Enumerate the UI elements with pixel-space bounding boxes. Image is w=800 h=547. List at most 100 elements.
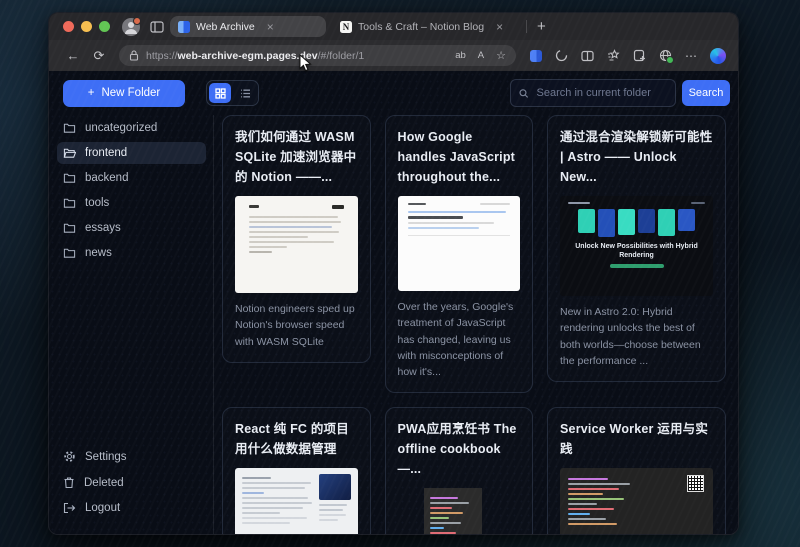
tab-title: Tools & Craft – Notion Blog	[358, 21, 484, 33]
extension-status-dot	[666, 56, 674, 64]
split-screen-icon[interactable]	[581, 50, 594, 62]
web-archive-favicon	[178, 21, 190, 33]
address-bar[interactable]: https://web-archive-egm.pages.dev/#/fold…	[119, 45, 516, 66]
article-card-service-worker[interactable]: Service Worker 运用与实践	[547, 407, 726, 535]
card-title: React 纯 FC 的项目用什么做数据管理	[235, 419, 358, 459]
copilot-icon[interactable]	[710, 48, 726, 64]
sidebar-item-essays[interactable]: essays	[57, 217, 206, 239]
profile-avatar[interactable]	[122, 18, 140, 36]
new-folder-button[interactable]: + New Folder	[63, 80, 185, 107]
grid-icon	[215, 88, 226, 99]
article-card-astro-hybrid[interactable]: 通过混合渲染解锁新可能性 | Astro —— Unlock New... Un…	[547, 115, 726, 382]
reload-button[interactable]: ⟳	[89, 48, 109, 64]
translate-icon[interactable]: ab	[455, 50, 466, 61]
sidebar-item-logout[interactable]: Logout	[57, 497, 206, 519]
sidebar-item-label: backend	[85, 172, 128, 184]
tab-close-icon[interactable]: ×	[496, 21, 503, 33]
sidebar-item-news[interactable]: news	[57, 242, 206, 264]
workspaces-icon[interactable]	[530, 50, 542, 62]
view-toggle	[206, 80, 259, 106]
mouse-cursor	[299, 54, 312, 73]
browser-window: Web Archive × N Tools & Craft – Notion B…	[48, 12, 739, 535]
qr-code	[687, 475, 704, 492]
sidebar-item-label: uncategorized	[85, 122, 157, 134]
search-box	[510, 79, 676, 107]
tab-close-icon[interactable]: ×	[267, 21, 274, 33]
sidebar-item-label: Settings	[85, 451, 127, 463]
card-description: Notion engineers sped up Notion's browse…	[235, 301, 358, 350]
card-description: New in Astro 2.0: Hybrid rendering unloc…	[560, 304, 713, 369]
trash-icon	[63, 476, 75, 489]
article-card-google-javascript[interactable]: How Google handles JavaScript throughout…	[385, 115, 534, 393]
minimize-window-button[interactable]	[81, 21, 92, 32]
sidebar-item-frontend[interactable]: frontend	[57, 142, 206, 164]
card-thumbnail	[398, 488, 521, 535]
gear-icon	[63, 450, 76, 463]
more-menu-icon[interactable]: ⋯	[685, 49, 697, 63]
card-thumbnail	[398, 196, 521, 291]
list-icon	[240, 88, 251, 99]
sidebar-item-deleted[interactable]: Deleted	[57, 471, 206, 494]
sidebar-item-label: tools	[85, 197, 109, 209]
web-archive-app: + New Folder	[49, 71, 738, 534]
browser-essentials-icon[interactable]	[555, 49, 568, 62]
folder-icon	[63, 247, 76, 259]
folder-icon	[63, 197, 76, 209]
card-title: Service Worker 运用与实践	[560, 419, 713, 459]
folder-icon	[63, 222, 76, 234]
article-card-react-fc-state[interactable]: React 纯 FC 的项目用什么做数据管理	[222, 407, 371, 535]
favorite-star-icon[interactable]: ☆	[496, 49, 506, 62]
folder-icon	[63, 172, 76, 184]
sidebar-item-label: Logout	[85, 502, 120, 514]
card-title: 我们如何通过 WASM SQLite 加速浏览器中的 Notion ——...	[235, 127, 358, 187]
sidebar-item-label: essays	[85, 222, 121, 234]
tab-separator	[526, 20, 527, 33]
web-capture-icon[interactable]	[633, 49, 646, 62]
search-input[interactable]	[535, 86, 667, 100]
card-thumbnail	[235, 196, 358, 293]
lock-icon	[129, 50, 139, 61]
card-thumbnail	[235, 468, 358, 535]
article-card-wasm-sqlite[interactable]: 我们如何通过 WASM SQLite 加速浏览器中的 Notion ——... …	[222, 115, 371, 363]
desktop-wallpaper: Web Archive × N Tools & Craft – Notion B…	[0, 0, 800, 547]
article-card-offline-cookbook[interactable]: PWA应用烹饪书 The offline cookbook —...	[385, 407, 534, 535]
collections-icon[interactable]	[607, 49, 620, 62]
card-thumbnail: Unlock New Possibilities with Hybrid Ren…	[560, 196, 713, 296]
browser-toolbar: ← ⟳ https://web-archive-egm.pages.dev/#/…	[49, 40, 738, 72]
card-title: 通过混合渲染解锁新可能性 | Astro —— Unlock New...	[560, 127, 713, 187]
read-aloud-icon[interactable]: A	[478, 50, 484, 61]
card-thumbnail	[560, 468, 713, 535]
logout-icon	[63, 502, 76, 514]
tab-notion-blog[interactable]: N Tools & Craft – Notion Blog ×	[332, 16, 520, 37]
notion-favicon: N	[340, 21, 352, 33]
sidebar-item-label: Deleted	[84, 477, 124, 489]
sidebar-item-backend[interactable]: backend	[57, 167, 206, 189]
new-tab-button[interactable]: +	[533, 19, 550, 34]
search-icon	[519, 88, 529, 99]
sidebar-item-label: news	[85, 247, 112, 259]
list-view-button[interactable]	[234, 83, 256, 103]
back-button[interactable]: ←	[63, 48, 83, 63]
close-window-button[interactable]	[63, 21, 74, 32]
card-title: How Google handles JavaScript throughout…	[398, 127, 521, 187]
folder-icon	[63, 122, 76, 134]
card-grid: 我们如何通过 WASM SQLite 加速浏览器中的 Notion ——... …	[214, 115, 738, 534]
extensions-icon[interactable]	[659, 49, 672, 62]
tab-web-archive[interactable]: Web Archive ×	[170, 16, 326, 37]
browser-tab-bar: Web Archive × N Tools & Craft – Notion B…	[49, 13, 738, 40]
zoom-window-button[interactable]	[99, 21, 110, 32]
sidebar-footer: Settings Deleted Logout	[57, 445, 206, 522]
search-button[interactable]: Search	[682, 80, 730, 106]
sidebar-item-tools[interactable]: tools	[57, 192, 206, 214]
sidebar-item-settings[interactable]: Settings	[57, 445, 206, 468]
plus-icon: +	[88, 87, 95, 99]
card-title: PWA应用烹饪书 The offline cookbook —...	[398, 419, 521, 479]
sidebar-item-label: frontend	[85, 147, 127, 159]
sidebar-item-uncategorized[interactable]: uncategorized	[57, 117, 206, 139]
app-header: + New Folder	[49, 71, 738, 115]
window-controls	[63, 21, 110, 32]
sidebar-toggle-icon[interactable]	[150, 21, 164, 33]
grid-view-button[interactable]	[209, 83, 231, 103]
thumbnail-subcaption-bar	[610, 264, 664, 268]
url-text: https://web-archive-egm.pages.dev/#/fold…	[146, 50, 364, 62]
